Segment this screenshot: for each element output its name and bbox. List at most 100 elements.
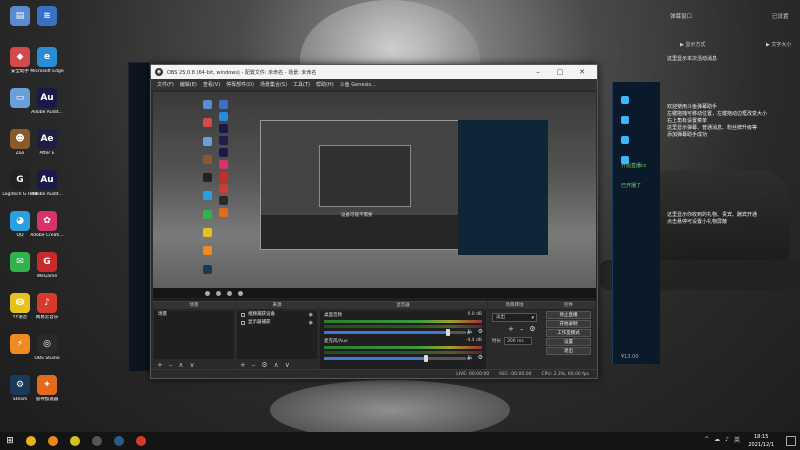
desktop-shortcut[interactable]: G WeGame xyxy=(27,252,67,279)
source-checkbox[interactable] xyxy=(241,321,245,325)
chat-tool-icon[interactable] xyxy=(621,116,629,124)
gear-icon[interactable]: ⚙ xyxy=(478,354,483,361)
app-icon: ◎ xyxy=(37,334,57,354)
desktop-shortcut-label: Microsoft Edge xyxy=(30,69,64,74)
notification-icon[interactable] xyxy=(786,436,796,446)
mixer-channel-db: -4.4 dB xyxy=(465,338,482,343)
chat-tool-icon[interactable] xyxy=(621,136,629,144)
remove-icon[interactable]: – xyxy=(169,361,173,369)
desktop-shortcut[interactable]: ◎ OBS Studio xyxy=(27,334,67,361)
taskbar-clock[interactable]: 18:15 2021/12/1 xyxy=(748,433,774,449)
stop-streaming-button[interactable]: 停止直播 xyxy=(546,311,591,319)
taskbar-app-netease[interactable] xyxy=(130,432,152,450)
app-icon: Au xyxy=(37,170,57,190)
desktop-shortcut[interactable]: ♪ 网易云音乐 xyxy=(27,293,67,320)
studio-mode-button[interactable]: 工作室模式 xyxy=(546,329,591,337)
desktop-shortcut[interactable]: ✿ Adobe Creati... xyxy=(27,211,67,238)
source-item[interactable]: 视频捕获设备 ◉ xyxy=(237,311,317,319)
chat-font-size[interactable]: ▶ 文字大小 xyxy=(766,41,791,48)
volume-slider-handle[interactable] xyxy=(423,355,428,362)
obs-titlebar[interactable]: ◉ OBS 25.0.8 (64-bit, windows) - 配置文件: 未… xyxy=(151,65,597,79)
desktop-shortcut[interactable]: e Microsoft Edge xyxy=(27,47,67,74)
taskbar-app-app-l[interactable] xyxy=(64,432,86,450)
preview-taskbar-icon xyxy=(227,290,232,296)
mixer-channel-name: 麦克风/Aux xyxy=(324,339,348,344)
start-recording-button[interactable]: 开始录制 xyxy=(546,320,591,328)
menu-item[interactable]: 帮助(H) xyxy=(316,81,334,88)
remove-icon[interactable]: – xyxy=(252,361,256,369)
remove-icon[interactable]: – xyxy=(520,325,524,333)
preview-app-icon xyxy=(219,160,228,169)
chat-notice-a: 这里显示本次活动消息 xyxy=(667,56,717,63)
move-down-icon[interactable]: ∨ xyxy=(285,361,290,369)
volume-meter xyxy=(324,320,482,323)
chat-tool-icon[interactable] xyxy=(621,96,629,104)
obs-preview[interactable]: 设备可能不需要 xyxy=(153,92,596,301)
chat-settings-label[interactable]: 已设置 xyxy=(772,12,789,20)
add-icon[interactable]: + xyxy=(240,361,246,369)
volume-slider[interactable] xyxy=(324,355,467,362)
obs-status-bar: LIVE: 00:00:00 REC: 00:00:00 CPU: 2.3%, … xyxy=(151,369,597,378)
taskbar-app-steam[interactable] xyxy=(108,432,130,450)
preview-nested-window-inner xyxy=(319,145,411,207)
menu-item[interactable]: 工具(T) xyxy=(293,81,310,88)
taskbar-app-chrome[interactable] xyxy=(20,432,42,450)
move-up-icon[interactable]: ∧ xyxy=(274,361,279,369)
exit-button[interactable]: 退出 xyxy=(546,347,591,355)
gear-icon[interactable]: ⚙ xyxy=(478,328,483,335)
source-checkbox[interactable] xyxy=(241,313,245,317)
chat-display-mode[interactable]: ▶ 显示方式 xyxy=(680,41,705,48)
move-down-icon[interactable]: ∨ xyxy=(190,361,195,369)
menu-item[interactable]: 停靠部件(D) xyxy=(226,81,254,88)
menu-item[interactable]: 查看(V) xyxy=(203,81,220,88)
cpu-fps: CPU: 2.3%, 60.00 fps xyxy=(541,371,590,377)
desktop-shortcut[interactable]: Ae After E xyxy=(27,129,67,156)
gear-icon[interactable]: ⚙ xyxy=(261,361,267,369)
add-icon[interactable]: + xyxy=(508,325,514,333)
move-up-icon[interactable]: ∧ xyxy=(178,361,183,369)
desktop-shortcut[interactable]: ✦ 雷神加速器 xyxy=(27,375,67,402)
volume-slider-handle[interactable] xyxy=(446,329,451,336)
gear-icon[interactable]: ⚙ xyxy=(529,325,535,333)
settings-button[interactable]: 设置 xyxy=(546,338,591,346)
duration-field[interactable]: 300 ms xyxy=(504,337,532,345)
add-icon[interactable]: + xyxy=(157,361,163,369)
desktop-shortcut[interactable]: ≋ xyxy=(27,6,67,28)
speaker-icon[interactable]: 🔈 xyxy=(467,328,474,335)
taskbar-app-obs[interactable] xyxy=(86,432,108,450)
speaker-icon[interactable]: 🔈 xyxy=(467,354,474,361)
menu-item[interactable]: 场景集合(S) xyxy=(260,81,287,88)
menu-item[interactable]: 斗鱼 Genesis... xyxy=(340,81,376,88)
tray-icon[interactable]: ♪ xyxy=(725,436,729,443)
app-icon: Au xyxy=(37,88,57,108)
transitions-dock: 场景转场 淡出 ▾ + – ⚙ 时长 300 ms xyxy=(488,301,541,371)
close-icon[interactable]: ✕ xyxy=(571,68,593,76)
tray-icon[interactable]: 英 xyxy=(734,435,740,444)
start-icon[interactable]: ⊞ xyxy=(0,432,20,450)
obs-window-title: OBS 25.0.8 (64-bit, windows) - 配置文件: 未命名… xyxy=(167,69,317,76)
menu-item[interactable]: 编辑(E) xyxy=(180,81,197,88)
minimize-icon[interactable]: – xyxy=(527,68,549,76)
tray-icon[interactable]: ☁ xyxy=(714,436,720,443)
preview-taskbar-icon xyxy=(238,290,243,296)
preview-app-icon xyxy=(219,148,228,157)
maximize-icon[interactable]: ▢ xyxy=(549,68,571,76)
tray-icon[interactable]: ^ xyxy=(704,436,709,443)
desktop-shortcut[interactable]: Au Adobe Audit... xyxy=(27,170,67,197)
desktop-shortcut[interactable]: Au Adobe Audit... xyxy=(27,88,67,115)
taskbar-apps xyxy=(20,432,152,450)
app-icon: ♪ xyxy=(37,293,57,313)
chat-notice-c: 这里显示你收到的礼物、贵宾、酬宾开通 点击悬停可设置小礼物屏蔽 xyxy=(667,212,757,226)
volume-slider[interactable] xyxy=(324,329,467,336)
preview-app-icon xyxy=(219,112,228,121)
source-item[interactable]: 显示器捕获 ◉ xyxy=(237,319,317,327)
desktop-shortcut-label: Adobe Audit... xyxy=(31,110,63,115)
live-time: LIVE: 00:00:00 xyxy=(456,371,490,377)
scene-item[interactable]: 场景 xyxy=(154,311,234,319)
eye-icon[interactable]: ◉ xyxy=(309,311,313,319)
menu-item[interactable]: 文件(F) xyxy=(157,81,174,88)
eye-icon[interactable]: ◉ xyxy=(309,319,313,327)
preview-app-icon xyxy=(203,136,212,146)
taskbar-app-ghub[interactable] xyxy=(42,432,64,450)
transition-select[interactable]: 淡出 ▾ xyxy=(492,313,537,322)
